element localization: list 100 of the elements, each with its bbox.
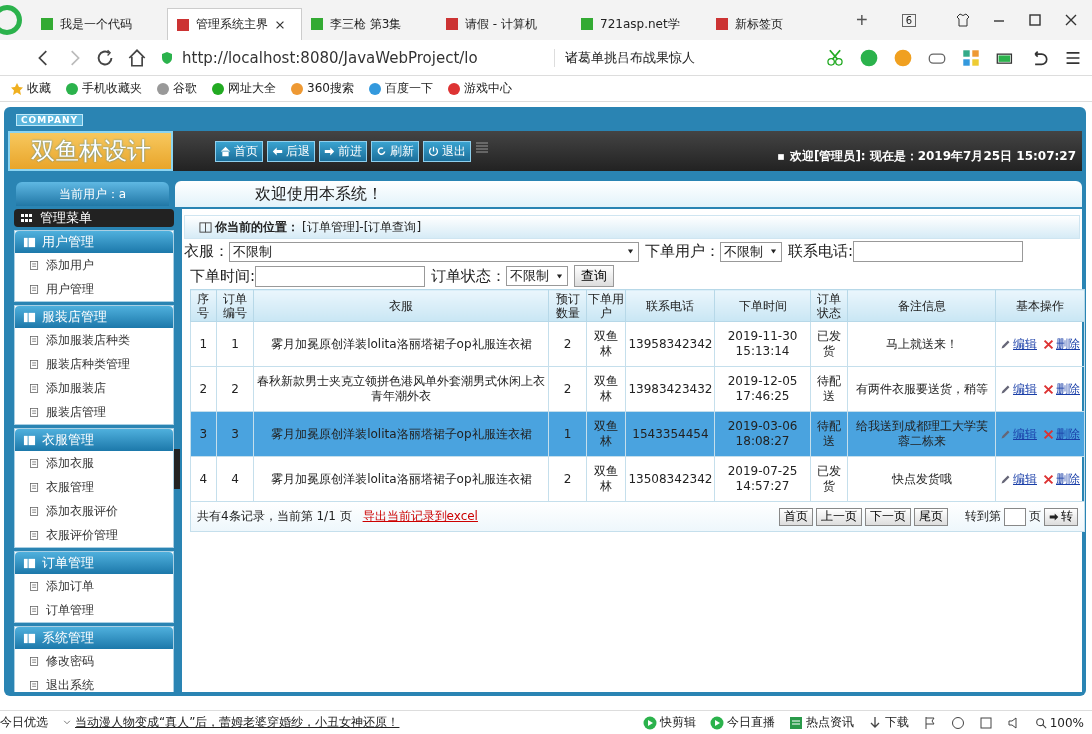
field-label: 衣服：: [184, 242, 229, 261]
news-link[interactable]: 当动漫人物变成“真人”后，蕾姆老婆穿婚纱，小丑女神还原！: [75, 714, 400, 731]
edit-link[interactable]: 编辑: [1000, 336, 1037, 352]
nav-button[interactable]: 退出: [423, 140, 471, 162]
column-header: 基本操作: [995, 289, 1085, 322]
window-icon[interactable]: [978, 715, 993, 730]
scissors-icon[interactable]: [826, 48, 844, 67]
status-item[interactable]: 今日直播: [709, 714, 775, 731]
menu-item[interactable]: 添加订单: [15, 574, 173, 598]
table-cell: 1: [190, 321, 217, 367]
collapse-handle[interactable]: [174, 449, 180, 489]
pencil-icon: [1000, 338, 1011, 350]
search-button[interactable]: 查询: [574, 265, 615, 287]
maximize-icon[interactable]: [1028, 13, 1042, 27]
menu-item[interactable]: 添加衣服评价: [15, 499, 173, 523]
browser-logo-icon[interactable]: [0, 5, 22, 35]
menu-item[interactable]: 衣服评价管理: [15, 523, 173, 547]
tab-title: 管理系统主界: [196, 16, 268, 33]
select-field[interactable]: 不限制: [720, 241, 782, 262]
browser-tab[interactable]: 请假 - 计算机: [437, 8, 572, 40]
browser-tab[interactable]: 新标签页: [707, 8, 842, 40]
menu-item[interactable]: 订单管理: [15, 598, 173, 622]
search-field[interactable]: 诸葛单挑吕布战果惊人: [554, 48, 734, 67]
page-label: 页: [1029, 508, 1041, 525]
document-icon: [29, 529, 40, 541]
bookmark-item[interactable]: 谷歌: [156, 80, 197, 97]
nav-button[interactable]: 后退: [267, 140, 315, 162]
bookmark-item[interactable]: 收藏: [10, 80, 51, 97]
site-logo: 双鱼林设计: [8, 131, 173, 171]
browser-tab[interactable]: 我是一个代码: [32, 8, 167, 40]
shirt-icon[interactable]: [956, 13, 970, 27]
menu-item[interactable]: 修改密码: [15, 649, 173, 673]
bookmark-label: 游戏中心: [463, 80, 512, 97]
page-button[interactable]: 首页: [779, 507, 813, 526]
menu-item[interactable]: 用户管理: [15, 277, 173, 301]
home-icon[interactable]: [128, 48, 146, 67]
browser-icon[interactable]: [950, 715, 965, 730]
menu-item[interactable]: 添加服装店: [15, 376, 173, 400]
grid-icon: [20, 211, 34, 225]
cross-icon: [1043, 473, 1054, 485]
menu-item[interactable]: 衣服管理: [15, 475, 173, 499]
field-label: 下单用户：: [645, 242, 720, 261]
reload-icon[interactable]: [96, 48, 114, 67]
bookmark-item[interactable]: 360搜索: [290, 80, 354, 97]
delete-link[interactable]: 删除: [1043, 381, 1080, 397]
status-item[interactable]: 快剪辑: [642, 714, 696, 731]
edit-link[interactable]: 编辑: [1000, 381, 1037, 397]
menu-item[interactable]: 添加用户: [15, 253, 173, 277]
status-item[interactable]: 下载: [867, 714, 909, 731]
page-input[interactable]: [1004, 507, 1026, 526]
bookmark-item[interactable]: 百度一下: [367, 80, 433, 97]
menu-item[interactable]: 退出系统: [15, 673, 173, 692]
nav-button[interactable]: 首页: [215, 140, 263, 162]
site-icon: [290, 81, 304, 96]
tab-count[interactable]: 6: [901, 13, 917, 27]
field-label: 订单状态：: [431, 266, 507, 286]
table-cell: 1: [216, 321, 254, 367]
bookmark-item[interactable]: 游戏中心: [446, 80, 512, 97]
bookmark-item[interactable]: 网址大全: [211, 80, 276, 97]
table-cell: 2: [216, 366, 254, 412]
browser-tab[interactable]: 管理系统主界: [167, 8, 302, 40]
input-field[interactable]: [853, 241, 1024, 262]
panel-icon: [23, 310, 36, 324]
star-icon: [10, 81, 24, 96]
page-button[interactable]: 上一页: [816, 507, 862, 526]
address-field[interactable]: http://localhost:8080/JavaWebProject/lo: [160, 48, 540, 67]
zoom-control[interactable]: 100%: [1034, 715, 1084, 730]
input-field[interactable]: [255, 265, 426, 287]
table-cell: 4: [216, 456, 254, 502]
pencil-icon: [1000, 428, 1011, 440]
nav-button[interactable]: 前进: [319, 140, 367, 162]
right-arrow-icon: [324, 145, 335, 157]
table-cell: 给我送到成都理工大学芙蓉二栋来: [847, 411, 996, 457]
browser-tab[interactable]: 721asp.net学: [572, 8, 707, 40]
menu-item[interactable]: 添加衣服: [15, 451, 173, 475]
menu-item[interactable]: 服装店管理: [15, 400, 173, 424]
page-button[interactable]: 下一页: [865, 507, 911, 526]
table-cell: 2019-12-05 17:46:25: [714, 366, 811, 412]
menu-item[interactable]: 添加服装店种类: [15, 328, 173, 352]
grid-icon[interactable]: [962, 48, 980, 67]
field-label: 下单时间:: [190, 266, 256, 286]
delete-link[interactable]: 删除: [1043, 471, 1080, 487]
new-tab-button[interactable]: +: [842, 8, 882, 32]
delete-link[interactable]: 删除: [1043, 336, 1080, 352]
status-item[interactable]: 热点资讯: [788, 714, 854, 731]
flag-icon[interactable]: [922, 715, 937, 730]
column-header: 预订数量: [548, 289, 587, 322]
bookmark-item[interactable]: 手机收藏夹: [65, 80, 142, 97]
nav-button[interactable]: 刷新: [371, 140, 419, 162]
page-button[interactable]: 尾页: [914, 507, 948, 526]
column-header: 订单编号: [216, 289, 254, 322]
menu-item[interactable]: 服装店种类管理: [15, 352, 173, 376]
browser-tab[interactable]: 李三枪 第3集: [302, 8, 437, 40]
select-field[interactable]: 不限制: [506, 266, 569, 286]
export-link[interactable]: 导出当前记录到excel: [362, 508, 478, 525]
close-icon[interactable]: [1064, 13, 1078, 27]
go-button[interactable]: 转: [1044, 507, 1078, 526]
edit-link[interactable]: 编辑: [1000, 471, 1037, 487]
select-field[interactable]: 不限制: [229, 241, 639, 262]
group-title: 衣服管理: [42, 431, 94, 449]
